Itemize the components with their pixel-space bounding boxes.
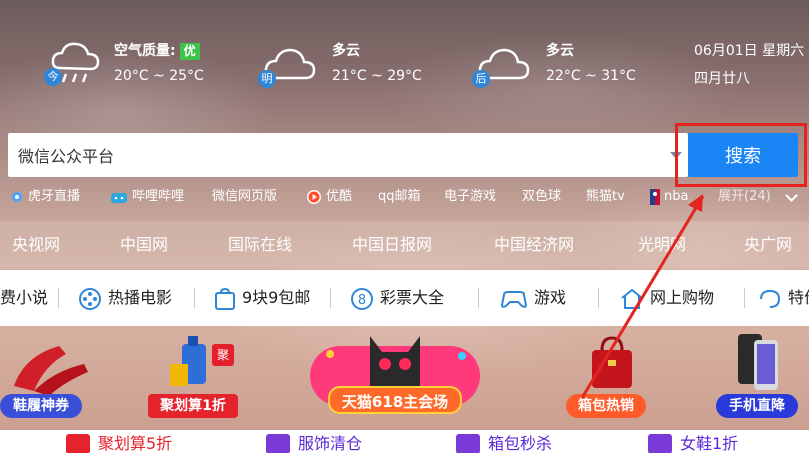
annotation-arrow [580,194,705,399]
